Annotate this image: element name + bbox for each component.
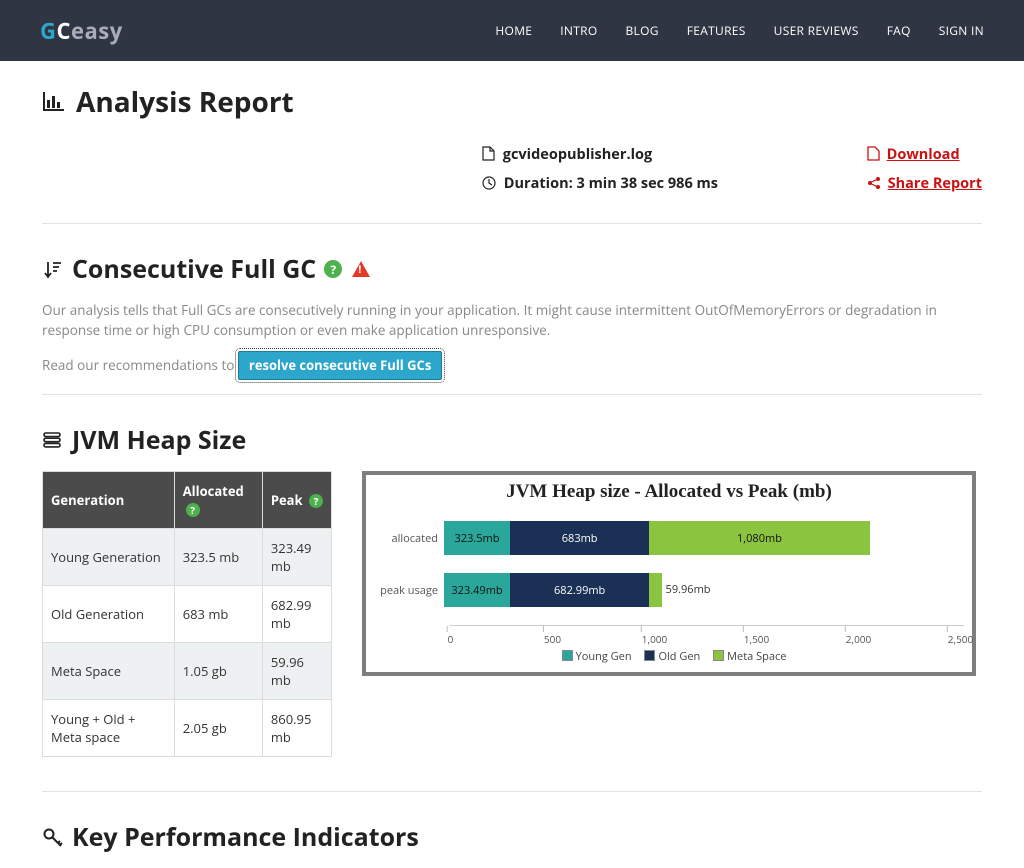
legend-swatch-old [644,650,655,661]
nav-features[interactable]: FEATURES [687,22,746,39]
chart-segment: 323.5mb [444,521,510,555]
legend-swatch-meta [713,650,724,661]
divider [42,791,982,792]
nav-intro[interactable]: INTRO [560,22,597,39]
axis-tick: 2,500 [947,626,973,632]
help-icon[interactable]: ? [309,494,323,508]
axis-tick: 1,500 [743,626,769,632]
warning-icon [352,261,370,277]
chart-body: allocated323.5mb683mb1,080mbpeak usage32… [374,521,964,607]
fullgc-recommendation-line: Read our recommendations to resolve cons… [42,351,982,381]
chart-segment: 59.96mb [649,573,661,607]
brand-easy: easy [71,16,123,46]
navbar: GCeasy HOME INTRO BLOG FEATURES USER REV… [0,0,1024,61]
chart-legend: Young Gen Old Gen Meta Space [374,649,964,664]
file-name: gcvideopublisher.log [503,145,652,164]
col-generation: Generation [43,472,175,529]
download-link[interactable]: Download [887,145,960,164]
table-row: Meta Space 1.05 gb 59.96 mb [43,643,332,700]
brand-logo[interactable]: GCeasy [40,16,123,46]
axis-tick: 0 [447,626,454,632]
brand-g: G [40,16,56,46]
page-title-text: Analysis Report [76,83,294,121]
nav-signin[interactable]: SIGN IN [939,22,984,39]
share-link[interactable]: Share Report [888,174,982,193]
chart-bar-track: 323.5mb683mb1,080mb [444,521,964,555]
help-icon[interactable]: ? [324,260,342,278]
file-icon [482,146,495,161]
resolve-fullgc-button[interactable]: resolve consecutive Full GCs [238,351,442,381]
nav-blog[interactable]: BLOG [626,22,659,39]
sort-desc-icon [42,259,64,279]
nav-links: HOME INTRO BLOG FEATURES USER REVIEWS FA… [495,22,984,39]
legend-swatch-young [562,650,573,661]
heap-heading: JVM Heap Size [42,423,982,457]
pdf-icon [867,146,880,161]
chart-segment: 682.99mb [510,573,649,607]
chart-x-axis: 05001,0001,5002,0002,500 [450,625,964,645]
chart-category-label: peak usage [374,583,444,598]
legend-young: Young Gen [576,649,632,664]
bar-chart-icon [42,83,66,121]
axis-tick: 500 [543,626,561,632]
divider [42,394,982,395]
chart-title: JVM Heap size - Allocated vs Peak (mb) [374,481,964,503]
help-icon[interactable]: ? [186,503,200,517]
share-icon [867,176,881,190]
page-title: Analysis Report [42,61,982,121]
chart-segment: 683mb [510,521,649,555]
duration-line: Duration: 3 min 38 sec 986 ms [482,174,718,193]
legend-meta: Meta Space [727,649,786,664]
fullgc-heading-text: Consecutive Full GC [72,252,316,286]
heap-chart: JVM Heap size - Allocated vs Peak (mb) a… [362,471,976,676]
chart-category-label: allocated [374,531,444,546]
table-row: Old Generation 683 mb 682.99 mb [43,586,332,643]
axis-tick: 1,000 [641,626,667,632]
chart-segment: 1,080mb [649,521,869,555]
fullgc-rec-prefix: Read our recommendations to [42,356,238,374]
table-row: Young + Old + Meta space 2.05 gb 860.95 … [43,700,332,757]
chart-bar-row: allocated323.5mb683mb1,080mb [374,521,964,555]
nav-userreviews[interactable]: USER REVIEWS [774,22,859,39]
legend-old: Old Gen [658,649,700,664]
fullgc-heading: Consecutive Full GC ? [42,252,982,286]
duration-text: Duration: 3 min 38 sec 986 ms [504,174,718,193]
kpi-heading-text: Key Performance Indicators [72,820,419,854]
chart-bar-track: 323.49mb682.99mb59.96mb [444,573,964,607]
divider [42,223,982,224]
col-peak: Peak ? [262,472,331,529]
file-meta: gcvideopublisher.log Duration: 3 min 38 … [482,145,982,203]
clock-icon [482,176,496,190]
nav-faq[interactable]: FAQ [887,22,911,39]
table-row: Young Generation 323.5 mb 323.49 mb [43,529,332,586]
chart-bar-row: peak usage323.49mb682.99mb59.96mb [374,573,964,607]
heap-table: Generation Allocated ? Peak ? Young Gene… [42,471,332,757]
heap-heading-text: JVM Heap Size [72,423,246,457]
fullgc-description: Our analysis tells that Full GCs are con… [42,300,982,341]
axis-tick: 2,000 [845,626,871,632]
file-name-line: gcvideopublisher.log [482,145,718,164]
stack-icon [42,430,64,450]
nav-home[interactable]: HOME [495,22,532,39]
key-icon [42,826,64,848]
chart-segment: 323.49mb [444,573,510,607]
brand-c: C [56,16,71,46]
col-allocated: Allocated ? [174,472,262,529]
kpi-heading: Key Performance Indicators [42,820,982,854]
